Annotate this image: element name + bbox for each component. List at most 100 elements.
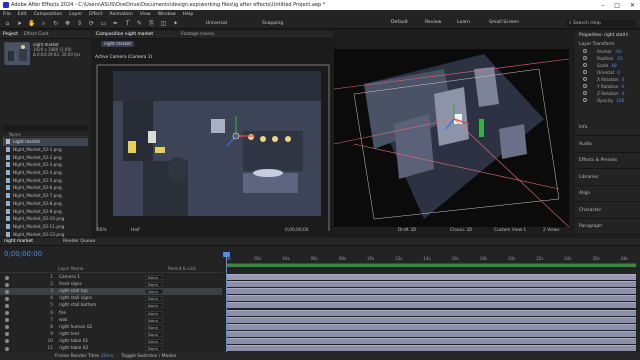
parent-dropdown[interactable]: None [145,331,163,337]
transform-property-row[interactable]: Orientat 0 [597,70,620,75]
property-value[interactable]: 0 [622,77,625,82]
layer-duration-bar[interactable] [226,316,636,323]
visibility-eye-icon[interactable] [5,339,9,344]
project-list-item[interactable]: Night_Market_02-7.png [3,192,88,200]
project-list-item[interactable]: Night_Market_02-6.png [3,184,88,192]
rect-tool-icon[interactable]: ▭ [100,20,107,27]
stopwatch-icon[interactable] [583,56,587,60]
renderer-label[interactable]: Draft 3D [398,228,416,233]
pan-tool-icon[interactable]: ✥ [64,20,71,27]
project-list-item[interactable]: Night_Market_02-8.png [3,200,88,208]
project-list-item[interactable]: Night_Market_02-2.png [3,153,88,161]
timeline-layer-row[interactable]: 1 Camera 1 None [0,274,222,281]
stopwatch-icon[interactable] [583,98,587,102]
menu-animation[interactable]: Animation [109,12,132,17]
property-value[interactable]: 0 [617,70,620,75]
layer-name[interactable]: Camera 1 [59,275,103,280]
property-value[interactable]: 48 [611,63,616,68]
transform-property-row[interactable]: Anchor -93 [597,49,622,54]
home-icon[interactable]: ⌂ [4,20,11,27]
layer-name[interactable]: right stall signs [59,296,103,301]
type-tool-icon[interactable]: T [124,20,131,27]
timeline-layer-row[interactable]: 3 right stall top None [0,288,222,296]
visibility-eye-icon[interactable] [5,332,9,337]
layer-duration-bar[interactable] [226,309,636,316]
toggle-switches-button[interactable]: Toggle Switches / Modes [121,354,176,359]
layer-duration-bar[interactable] [226,302,636,309]
layer-duration-bar[interactable] [226,281,636,288]
pen-tool-icon[interactable]: ✒ [112,20,119,27]
parent-dropdown[interactable]: None [145,275,163,280]
parent-dropdown[interactable]: None [145,338,163,344]
transform-property-row[interactable]: Opacity 100 [597,98,624,103]
timeline-layer-row[interactable]: 8 right human 02 None [0,324,222,331]
property-value[interactable]: -93 [615,49,622,54]
visibility-eye-icon[interactable] [5,318,9,323]
layer-name[interactable]: fire [59,311,103,316]
time-ruler[interactable]: 0s 02s 04s 06s 08s 10s 12s 14s 16s 18s 20s 22s 24s 26… [226,256,636,264]
layer-name[interactable]: right tent [59,332,103,337]
transform-property-row[interactable]: Z Rotation 0 [597,91,624,96]
project-list-item[interactable]: Night_Market_02-12.png [3,230,88,238]
property-value[interactable]: 100 [616,98,624,103]
layer-name[interactable]: wok [59,318,103,323]
timeline-timecode[interactable]: 0;00;00;00 [4,250,42,258]
visibility-eye-icon[interactable] [5,296,9,301]
project-list-item[interactable]: Night_Market_02-4.png [3,169,88,177]
rotate-tool-icon[interactable]: ⟳ [88,20,95,27]
panel-section-info[interactable]: Info [575,120,640,136]
timeline-layer-row[interactable]: 5 right stall bottom None [0,302,222,309]
timeline-layer-row[interactable]: 4 right stall signs None [0,295,222,302]
project-column-header[interactable]: Name [3,132,88,137]
tab-composition[interactable]: Composition night market [96,32,153,37]
property-value[interactable]: 0 [622,91,625,96]
workspace-review[interactable]: Review [425,20,441,25]
classic-3d-dropdown[interactable]: Classic 3D [450,228,472,233]
project-list-item[interactable]: Night_Market_02-5.png [3,176,88,184]
transform-property-row[interactable]: X Rotation 0 [597,77,624,82]
maximize-icon[interactable]: □ [614,2,620,9]
project-search-input[interactable] [3,125,88,131]
menu-effect[interactable]: Effect [89,12,102,17]
zoom-tool-icon[interactable]: ⌕ [40,20,47,27]
comp-timecode[interactable]: 0;00;00;00 [285,228,308,233]
parent-dropdown[interactable]: None [145,317,163,323]
project-list-item[interactable]: night market [3,138,88,146]
layer-duration-bar[interactable] [226,295,636,302]
eraser-tool-icon[interactable]: ◫ [160,20,167,27]
stopwatch-icon[interactable] [583,70,587,74]
project-list-item[interactable]: Night_Market_02-3.png [3,161,88,169]
workspace-default[interactable]: Default [391,20,408,25]
visibility-eye-icon[interactable] [5,311,9,315]
layer-duration-bar[interactable] [226,288,636,295]
timeline-layer-row[interactable]: 2 front signs None [0,281,222,288]
timeline-layer-row[interactable]: 9 right tent None [0,331,222,338]
property-value[interactable]: 0 [621,84,624,89]
layer-duration-bar[interactable] [226,323,636,330]
universal-label[interactable]: Universal [206,21,227,26]
search-help-field[interactable]: ⌕ Search Help [566,20,636,27]
stamp-tool-icon[interactable]: ⎘ [148,20,155,27]
timeline-layer-row[interactable]: 6 fire None [0,310,222,317]
playhead-handle[interactable] [223,252,230,257]
transform-property-row[interactable]: Scale 48 [597,63,617,68]
parent-dropdown[interactable]: None [145,346,163,351]
layer-duration-bar[interactable] [226,345,636,351]
tab-effect-controls[interactable]: Effect Cont [24,32,48,37]
playhead-line[interactable] [226,252,227,360]
stopwatch-icon[interactable] [583,77,587,81]
parent-dropdown[interactable]: None [145,282,163,288]
layer-name[interactable]: right human 02 [59,325,103,330]
comp-viewer-custom-view[interactable] [334,49,569,227]
panel-section-libraries[interactable]: Libraries [575,170,640,186]
stopwatch-icon[interactable] [583,63,587,67]
selection-tool-icon[interactable]: ➤ [16,20,23,27]
workspace-small-screen[interactable]: Small Screen [489,20,519,25]
tab-timeline-night-market[interactable]: night market [4,239,33,244]
view-select-dropdown[interactable]: Custom View 1 [494,228,526,233]
menu-file[interactable]: File [3,12,11,17]
layer-name[interactable]: right stall top [59,289,103,294]
project-list-item[interactable]: Night_Market_02-11.png [3,223,88,231]
visibility-eye-icon[interactable] [5,346,9,351]
brush-tool-icon[interactable]: ✎ [136,20,143,27]
